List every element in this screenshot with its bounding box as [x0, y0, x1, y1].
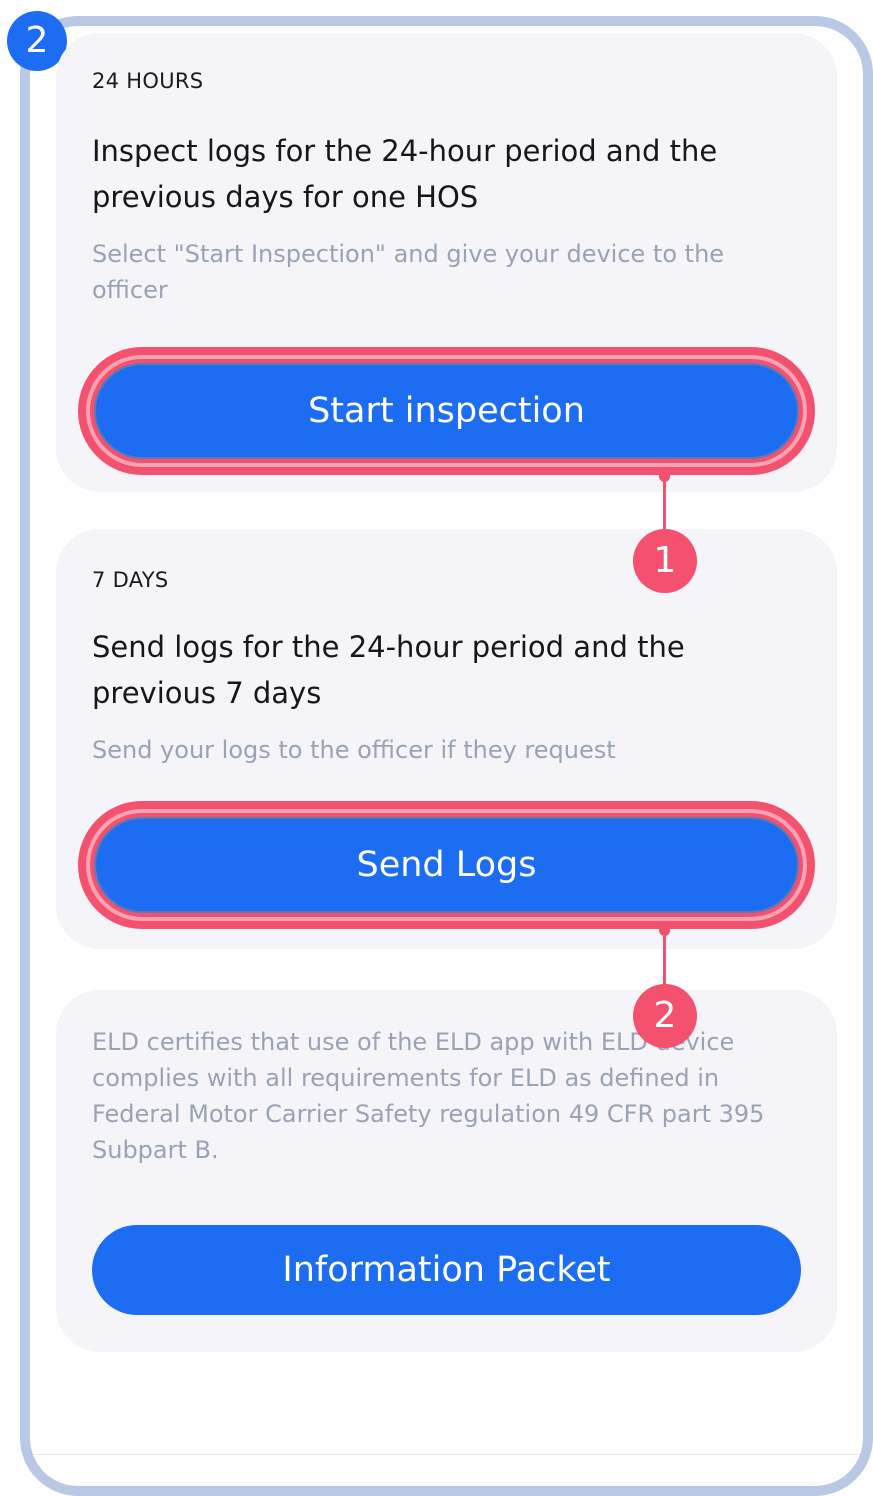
callout-badge-2: 2 [633, 984, 697, 1048]
start-inspection-button[interactable]: Start inspection [94, 363, 799, 459]
card-7-days: 7 DAYS Send logs for the 24-hour period … [56, 529, 837, 949]
card-eyebrow: 24 HOURS [92, 69, 204, 93]
card-description: Send your logs to the officer if they re… [92, 736, 616, 764]
card-heading: Inspect logs for the 24-hour period and … [92, 134, 718, 214]
callout-line [663, 476, 666, 532]
callout-badge-1: 1 [633, 529, 697, 593]
bottom-divider [30, 1454, 863, 1455]
card-certification: ELD certifies that use of the ELD app wi… [56, 990, 837, 1352]
card-24-hours: 24 HOURS Inspect logs for the 24-hour pe… [56, 33, 837, 492]
information-packet-button[interactable]: Information Packet [92, 1225, 801, 1315]
card-heading: Send logs for the 24-hour period and the… [92, 630, 685, 710]
send-logs-button[interactable]: Send Logs [94, 817, 799, 913]
send-logs-highlight: Send Logs [78, 801, 815, 929]
card-eyebrow: 7 DAYS [92, 568, 169, 592]
certification-text: ELD certifies that use of the ELD app wi… [92, 1028, 765, 1164]
start-inspection-highlight: Start inspection [78, 347, 815, 475]
callout-line [663, 930, 666, 986]
card-description: Select "Start Inspection" and give your … [92, 240, 725, 304]
